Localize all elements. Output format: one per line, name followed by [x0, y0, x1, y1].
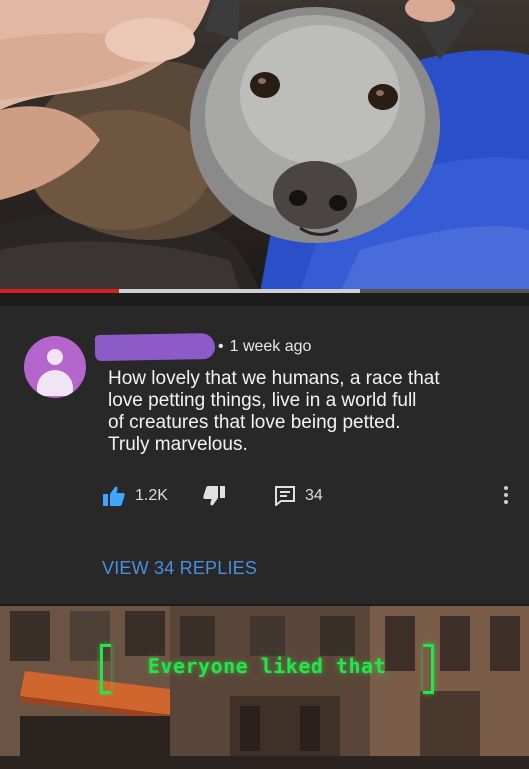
progress-buffered — [119, 289, 360, 293]
dislike-button[interactable] — [203, 484, 225, 508]
comment-body: How lovely that we humans, a race that l… — [108, 368, 498, 456]
thumbs-up-icon — [103, 486, 125, 506]
comment-icon — [275, 486, 295, 506]
more-vertical-icon[interactable] — [500, 484, 512, 508]
progress-played — [0, 289, 119, 293]
comment-line: of creatures that love being petted. — [108, 412, 401, 433]
game-caption-text: Everyone liked that — [147, 654, 387, 678]
bat-photo — [0, 0, 529, 292]
more-dot — [504, 486, 508, 490]
more-dot — [504, 493, 508, 497]
thumbs-down-icon — [203, 486, 225, 506]
view-replies-link[interactable]: VIEW 34 REPLIES — [102, 558, 257, 579]
comment-line: How lovely that we humans, a race that — [108, 368, 440, 389]
avatar-body — [37, 370, 73, 396]
reply-button[interactable]: 34 — [275, 484, 323, 508]
comment-line: Truly marvelous. — [108, 434, 248, 455]
avatar-head — [47, 349, 63, 365]
comment-line: love petting things, live in a world ful… — [108, 390, 417, 411]
video-progress-bar[interactable] — [0, 289, 529, 293]
timestamp-text: 1 week ago — [229, 338, 312, 355]
game-caption-box: Everyone liked that — [100, 644, 434, 694]
like-button[interactable]: 1.2K — [103, 484, 168, 508]
game-screenshot: Everyone liked that — [0, 606, 529, 769]
username-redaction — [94, 332, 216, 362]
default-avatar-icon[interactable] — [24, 336, 86, 398]
comment-timestamp: • 1 week ago — [218, 338, 311, 356]
reply-count: 34 — [305, 487, 323, 504]
timestamp-separator: • — [218, 338, 224, 355]
more-dot — [504, 500, 508, 504]
like-count: 1.2K — [135, 487, 168, 504]
bat-photo-illustration — [0, 0, 529, 292]
comment-card: • 1 week ago How lovely that we humans, a… — [0, 306, 529, 604]
